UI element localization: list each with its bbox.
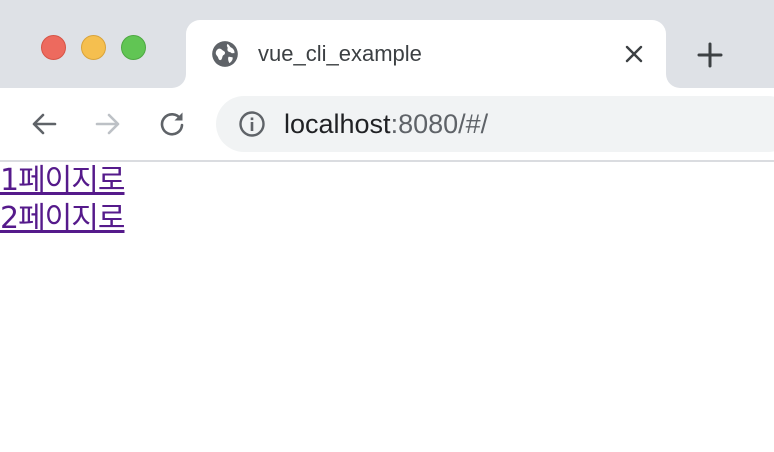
window-minimize-button[interactable] (81, 35, 106, 60)
link-page-1[interactable]: 1페이지로 (0, 162, 125, 200)
url-path: :8080/#/ (390, 109, 489, 139)
plus-icon[interactable] (695, 40, 725, 70)
arrow-right-icon[interactable] (92, 108, 124, 140)
tab-corner-right (666, 74, 680, 88)
window-zoom-button[interactable] (121, 35, 146, 60)
globe-icon (212, 41, 238, 67)
arrow-left-icon[interactable] (28, 108, 60, 140)
info-icon[interactable] (238, 110, 266, 138)
reload-icon[interactable] (156, 108, 188, 140)
address-bar-url: localhost:8080/#/ (284, 108, 488, 140)
browser-titlebar: vue_cli_example (0, 0, 774, 88)
address-bar[interactable]: localhost:8080/#/ (216, 96, 774, 152)
browser-toolbar: localhost:8080/#/ (0, 88, 774, 162)
link-page-2[interactable]: 2페이지로 (0, 200, 125, 238)
tab-title: vue_cli_example (258, 41, 422, 66)
window-close-button[interactable] (41, 35, 66, 60)
tab-corner-left (172, 74, 186, 88)
close-icon[interactable] (622, 42, 646, 66)
page-content: 1페이지로 2페이지로 (0, 162, 125, 238)
browser-tab[interactable]: vue_cli_example (186, 20, 666, 88)
url-host: localhost (284, 109, 391, 139)
